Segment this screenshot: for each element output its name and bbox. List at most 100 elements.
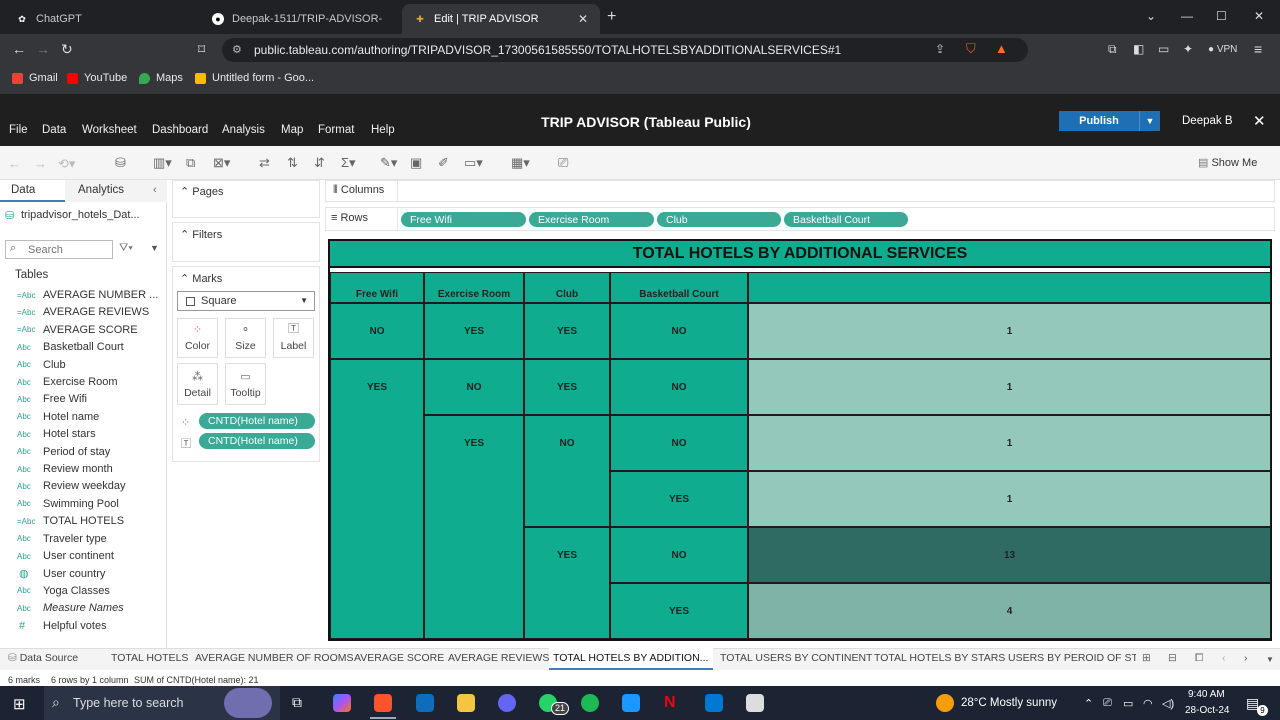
sheet-tab-total-hotels[interactable]: TOTAL HOTELS bbox=[111, 652, 188, 664]
marks-color-button[interactable]: ⁘ Color bbox=[177, 318, 218, 358]
field-item[interactable]: Abc Review month bbox=[17, 463, 113, 475]
count-mark[interactable]: 1 bbox=[748, 471, 1271, 527]
field-item[interactable]: Abc Hotel name bbox=[17, 411, 99, 423]
clear-sheet-icon[interactable]: ⊠▾ bbox=[213, 155, 230, 171]
windows-start-icon[interactable]: ⊞ bbox=[13, 695, 26, 713]
row-header-cell[interactable]: YES bbox=[610, 583, 748, 639]
minimize-icon[interactable]: — bbox=[1181, 9, 1193, 23]
field-item[interactable]: Abc Period of stay bbox=[17, 446, 110, 458]
url-bar[interactable]: ⚙ public.tableau.com/authoring/TRIPADVIS… bbox=[222, 38, 1028, 62]
row-header-cell[interactable]: YES bbox=[424, 415, 524, 639]
file-explorer-icon[interactable] bbox=[457, 694, 475, 712]
field-item[interactable]: Abc Basketball Court bbox=[17, 341, 124, 353]
publish-dropdown-icon[interactable]: ▼ bbox=[1139, 111, 1160, 131]
mark-type-select[interactable]: Square ▼ bbox=[177, 291, 315, 311]
row-pill-exercise-room[interactable]: Exercise Room bbox=[529, 212, 654, 227]
meet-icon[interactable]: ⎚ bbox=[1103, 697, 1112, 710]
count-mark[interactable]: 4 bbox=[748, 583, 1271, 639]
filter-fields-icon[interactable]: ⛛▾ bbox=[119, 242, 133, 255]
task-view-icon[interactable]: ⧉ bbox=[292, 694, 310, 712]
sheet-tab-users-by-stay[interactable]: USERS BY PEROID OF STAY bbox=[1008, 652, 1136, 664]
new-story-tab-icon[interactable]: ⧠ bbox=[1195, 652, 1203, 665]
collapse-pane-icon[interactable]: ‹ bbox=[153, 184, 157, 196]
field-item[interactable]: Abc Measure Names bbox=[17, 602, 124, 614]
field-item[interactable]: Abc Traveler type bbox=[17, 533, 107, 545]
extensions-icon[interactable]: ⧉ bbox=[1108, 42, 1117, 57]
scroll-right-icon[interactable]: › bbox=[1244, 652, 1248, 664]
bookmark-untitled-form[interactable]: Untitled form - Goo... bbox=[195, 72, 314, 84]
format-icon[interactable]: ✐ bbox=[438, 155, 449, 171]
sort-desc-icon[interactable]: ⇵ bbox=[314, 155, 325, 171]
close-tab-icon[interactable]: ✕ bbox=[578, 12, 588, 26]
row-header-cell[interactable]: NO bbox=[524, 415, 610, 527]
forward-icon[interactable]: → bbox=[36, 41, 50, 57]
leo-icon[interactable]: ✦ bbox=[1183, 42, 1193, 56]
row-header-cell[interactable]: NO bbox=[330, 303, 424, 359]
label-pill[interactable]: CNTD(Hotel name) bbox=[199, 433, 315, 449]
menu-data[interactable]: Data bbox=[42, 124, 66, 136]
field-item[interactable]: Abc Exercise Room bbox=[17, 376, 118, 388]
menu-worksheet[interactable]: Worksheet bbox=[82, 124, 137, 136]
weather-text[interactable]: 28°C Mostly sunny bbox=[961, 697, 1057, 709]
field-item[interactable]: Abc User continent bbox=[17, 550, 114, 562]
volume-icon[interactable]: ◁) bbox=[1162, 697, 1174, 710]
prime-video-icon[interactable] bbox=[622, 694, 640, 712]
site-info-icon[interactable]: ⚙ bbox=[232, 43, 242, 56]
show-cards-icon[interactable]: ▦▾ bbox=[511, 155, 530, 171]
datasource-name[interactable]: tripadvisor_hotels_Dat... bbox=[21, 209, 140, 221]
wallet-icon[interactable]: ▭ bbox=[1158, 42, 1169, 56]
battery-icon[interactable]: ▭ bbox=[1123, 697, 1133, 710]
totals-icon[interactable]: Σ▾ bbox=[341, 155, 356, 171]
back-icon[interactable]: ← bbox=[12, 41, 26, 57]
maximize-icon[interactable]: ☐ bbox=[1216, 9, 1227, 23]
bookmark-icon[interactable]: ⌑ bbox=[198, 41, 205, 58]
marks-size-button[interactable]: ⚬ Size bbox=[225, 318, 266, 358]
scroll-left-icon[interactable]: ‹ bbox=[1222, 652, 1226, 664]
close-workbook-icon[interactable]: ✕ bbox=[1253, 112, 1266, 130]
vpn-button[interactable]: ● VPN bbox=[1208, 44, 1237, 55]
bookmark-gmail[interactable]: Gmail bbox=[12, 72, 58, 84]
column-header[interactable]: Exercise Room bbox=[424, 272, 524, 303]
brave-rewards-icon[interactable]: ▲ bbox=[995, 41, 1008, 56]
menu-analysis[interactable]: Analysis bbox=[222, 124, 265, 136]
field-item[interactable]: Abc Club bbox=[17, 359, 66, 371]
viz-title[interactable]: TOTAL HOTELS BY ADDITIONAL SERVICES bbox=[330, 241, 1270, 268]
column-header[interactable]: Basketball Court bbox=[610, 272, 748, 303]
count-mark[interactable]: 1 bbox=[748, 303, 1271, 359]
column-header[interactable]: Free Wifi bbox=[330, 272, 424, 303]
publish-button[interactable]: Publish bbox=[1059, 111, 1139, 131]
browser-menu-icon[interactable]: ≡ bbox=[1254, 41, 1262, 57]
wifi-icon[interactable]: ◠ bbox=[1143, 697, 1153, 710]
user-name[interactable]: Deepak B bbox=[1182, 115, 1233, 127]
columns-shelf[interactable] bbox=[325, 180, 1275, 202]
browser-tab-tableau[interactable]: ✚ Edit | TRIP ADVISOR ✕ bbox=[402, 4, 600, 34]
close-window-icon[interactable]: ✕ bbox=[1254, 9, 1264, 23]
field-item[interactable]: =Abc AVERAGE NUMBER ... bbox=[17, 289, 158, 301]
field-item[interactable]: =Abc TOTAL HOTELS bbox=[17, 515, 124, 527]
redo-icon[interactable]: → bbox=[34, 156, 47, 171]
sheet-tab-average-rooms[interactable]: AVERAGE NUMBER OF ROOMS bbox=[195, 652, 354, 664]
count-mark[interactable]: 1 bbox=[748, 415, 1271, 471]
brave-shield-icon[interactable]: ⛉ bbox=[966, 41, 976, 57]
show-me-button[interactable]: ▤ Show Me bbox=[1198, 156, 1257, 169]
presentation-icon[interactable]: ⎚ bbox=[558, 155, 568, 171]
field-item[interactable]: ◍ User country bbox=[17, 567, 105, 581]
row-header-cell[interactable]: YES bbox=[610, 471, 748, 527]
row-header-cell[interactable]: YES bbox=[524, 527, 610, 639]
browser-tab-github[interactable]: ● Deepak-1511/TRIP-ADVISOR- bbox=[200, 4, 400, 34]
field-item[interactable]: Abc Swimming Pool bbox=[17, 498, 119, 510]
sheet-tab-average-score[interactable]: AVERAGE SCORE bbox=[354, 652, 444, 664]
row-header-cell[interactable]: NO bbox=[610, 527, 748, 583]
row-pill-basketball-court[interactable]: Basketball Court bbox=[784, 212, 908, 227]
sheet-tab-additional-services[interactable]: TOTAL HOTELS BY ADDITION... bbox=[553, 652, 708, 664]
field-item[interactable]: =Abc AVERAGE SCORE bbox=[17, 324, 138, 336]
sheet-tab-data-source[interactable]: ⛁ Data Source bbox=[8, 652, 78, 664]
tray-chevron-icon[interactable]: ⌃ bbox=[1084, 697, 1093, 710]
snipping-tool-icon[interactable] bbox=[746, 694, 764, 712]
sort-asc-icon[interactable]: ⇅ bbox=[287, 155, 298, 171]
new-datasource-icon[interactable]: ⛁ bbox=[115, 155, 126, 171]
browser-tab-chatgpt[interactable]: ✿ ChatGPT bbox=[4, 4, 200, 34]
menu-format[interactable]: Format bbox=[318, 124, 354, 136]
field-item[interactable]: =Abc AVERAGE REVIEWS bbox=[17, 306, 149, 318]
new-worksheet-icon[interactable]: ▥▾ bbox=[153, 155, 172, 171]
